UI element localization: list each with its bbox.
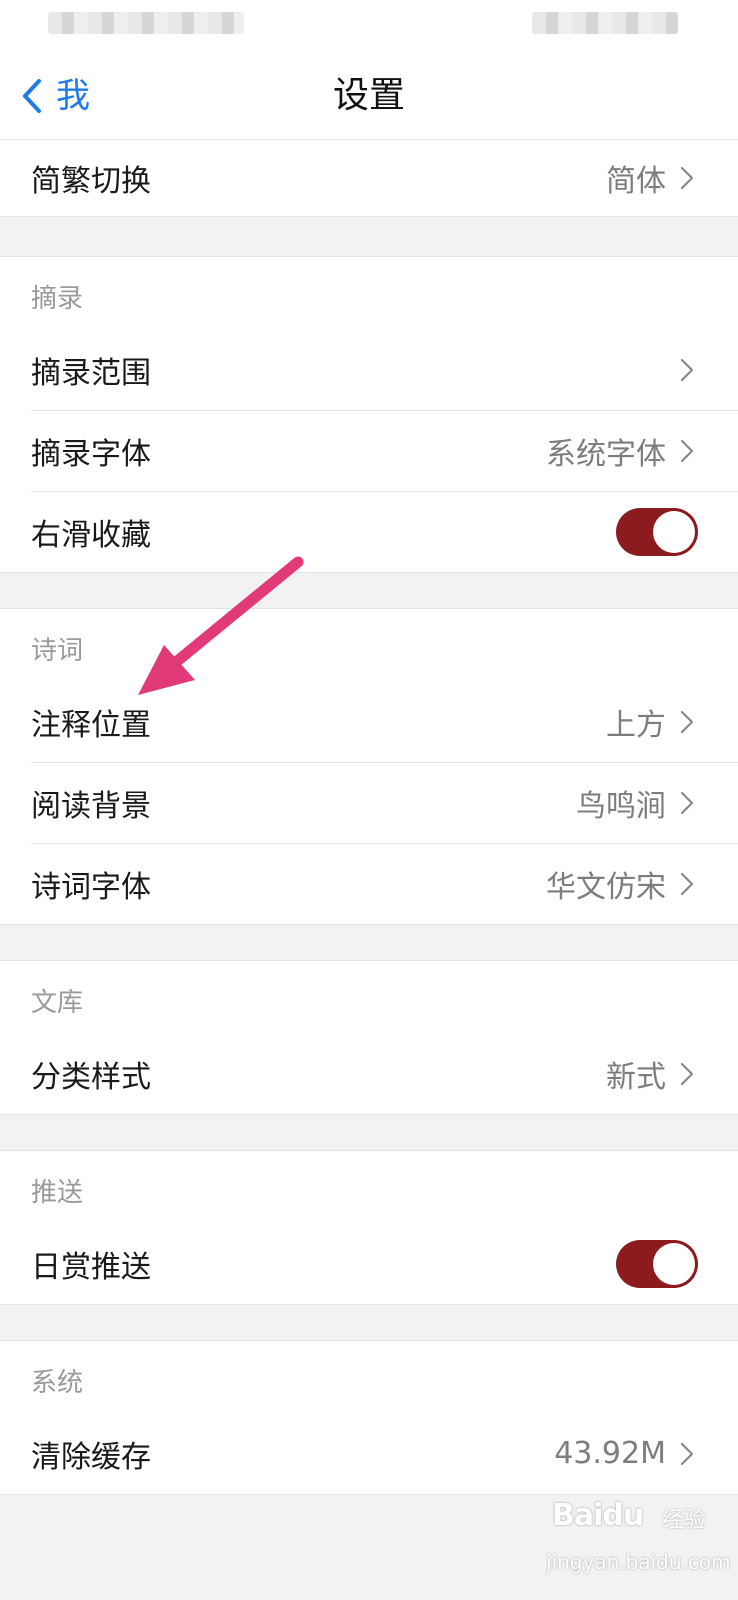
navigation-bar: 我 设置 — [0, 52, 738, 140]
setting-value: 系统字体 — [546, 436, 666, 472]
setting-row-category-style[interactable]: 分类样式 新式 — [0, 1033, 738, 1114]
setting-row-clear-cache[interactable]: 清除缓存 43.92M — [0, 1413, 738, 1494]
section-header-push: 推送 — [31, 1177, 84, 1208]
setting-label: 阅读背景 — [31, 788, 151, 824]
watermark-brand: Baidu — [552, 1498, 644, 1533]
setting-value: 华文仿宋 — [546, 869, 666, 905]
chevron-right-icon — [680, 358, 694, 381]
setting-row-reading-background[interactable]: 阅读背景 鸟鸣涧 — [0, 762, 738, 843]
section-header-poetry: 诗词 — [31, 635, 84, 666]
section-header-system: 系统 — [31, 1367, 84, 1398]
daily-push-toggle[interactable] — [616, 1239, 698, 1288]
chevron-right-icon — [680, 710, 694, 733]
setting-label: 分类样式 — [31, 1059, 151, 1095]
chevron-right-icon — [680, 439, 694, 462]
swipe-favorite-toggle[interactable] — [616, 507, 698, 556]
setting-label: 摘录范围 — [31, 355, 151, 391]
setting-value: 新式 — [606, 1059, 666, 1095]
setting-row-poetry-font[interactable]: 诗词字体 华文仿宋 — [0, 843, 738, 924]
setting-label: 注释位置 — [31, 707, 151, 743]
settings-group-poetry: 诗词 注释位置 上方 阅读背景 鸟鸣涧 诗词字体 华文仿宋 — [0, 608, 738, 925]
setting-label: 简繁切换 — [31, 164, 151, 199]
status-bar-right-blurred — [532, 12, 678, 34]
settings-group-push: 推送 日赏推送 — [0, 1150, 738, 1305]
setting-value: 上方 — [606, 707, 666, 743]
setting-label: 诗词字体 — [31, 869, 151, 905]
toggle-knob — [653, 510, 695, 553]
setting-label: 摘录字体 — [31, 436, 151, 472]
watermark-suffix: 经验 — [662, 1508, 707, 1533]
setting-row-annotation-position[interactable]: 注释位置 上方 — [0, 681, 738, 762]
watermark: Baidu 经验 — [552, 1488, 732, 1548]
status-bar-left-blurred — [48, 12, 244, 34]
settings-group-general: 简繁切换 简体 — [0, 139, 738, 217]
chevron-right-icon — [680, 1442, 694, 1465]
settings-group-excerpt: 摘录 摘录范围 摘录字体 系统字体 右滑收藏 — [0, 256, 738, 573]
setting-row-excerpt-font[interactable]: 摘录字体 系统字体 — [0, 410, 738, 491]
setting-label: 清除缓存 — [31, 1439, 151, 1475]
watermark-url: jingyan.baidu.com — [546, 1550, 731, 1574]
settings-group-library: 文库 分类样式 新式 — [0, 960, 738, 1115]
setting-label: 右滑收藏 — [31, 517, 151, 553]
setting-value: 43.92M — [554, 1436, 666, 1471]
section-header-excerpt: 摘录 — [31, 283, 84, 314]
section-header-library: 文库 — [31, 987, 84, 1018]
chevron-right-icon — [680, 791, 694, 814]
settings-group-system: 系统 清除缓存 43.92M — [0, 1340, 738, 1495]
setting-row-swipe-favorite: 右滑收藏 — [0, 491, 738, 572]
page-title: 设置 — [332, 75, 405, 116]
setting-label: 日赏推送 — [31, 1249, 151, 1285]
setting-row-daily-push: 日赏推送 — [0, 1223, 738, 1304]
setting-value: 鸟鸣涧 — [576, 788, 666, 824]
chevron-right-icon — [680, 1062, 694, 1085]
setting-value: 简体 — [606, 164, 666, 199]
setting-row-simplified-traditional[interactable]: 简繁切换 简体 — [0, 140, 738, 216]
setting-row-excerpt-range[interactable]: 摘录范围 — [0, 329, 738, 410]
chevron-right-icon — [680, 872, 694, 895]
status-bar — [0, 0, 738, 52]
chevron-right-icon — [680, 166, 694, 190]
toggle-knob — [653, 1242, 695, 1285]
